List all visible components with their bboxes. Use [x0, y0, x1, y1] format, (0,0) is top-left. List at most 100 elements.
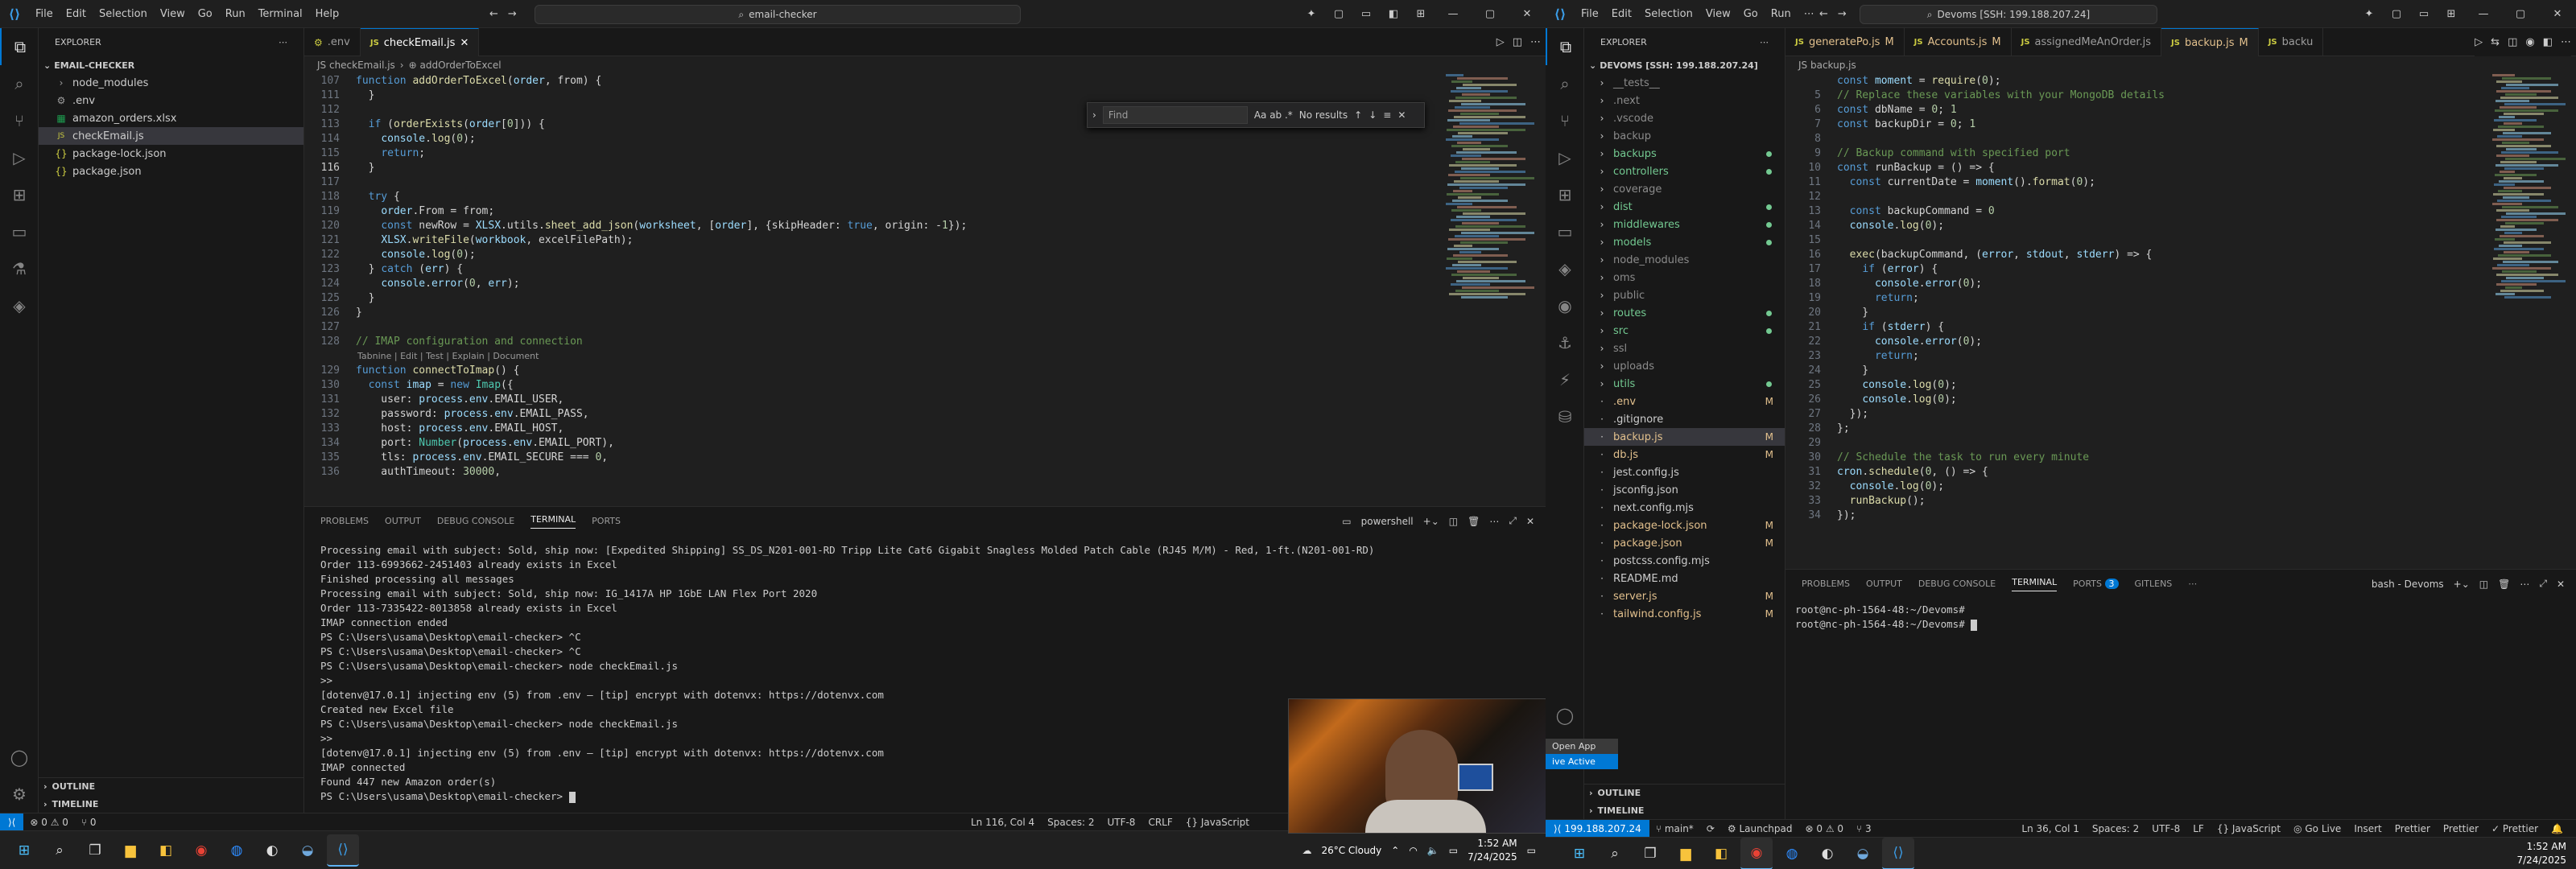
editor-more-icon[interactable]: ⋯: [1530, 36, 1541, 48]
file-tree-item[interactable]: · postcss.config.mjs: [1584, 552, 1785, 570]
search-icon[interactable]: ⌕: [0, 65, 39, 102]
code-line[interactable]: 115 return;: [304, 146, 1546, 161]
status-branch[interactable]: ⑂ main*: [1649, 823, 1700, 834]
previous-match-icon[interactable]: ↑: [1354, 109, 1362, 121]
file-tree-item[interactable]: · next.config.mjs: [1584, 499, 1785, 517]
search-icon[interactable]: ⌕: [43, 834, 76, 867]
run-file-icon[interactable]: ▷: [2475, 36, 2483, 48]
clock[interactable]: 1:52 AM 7/24/2025: [2516, 840, 2566, 867]
code-line[interactable]: 125 }: [304, 291, 1546, 306]
search-icon[interactable]: ⌕: [1599, 838, 1631, 869]
remote-explorer-icon[interactable]: ▭: [1546, 213, 1584, 250]
menu-edit[interactable]: Edit: [60, 0, 93, 28]
layout-icon[interactable]: ⊞: [2438, 8, 2465, 20]
panel-more-icon[interactable]: ⋯: [1489, 516, 1499, 527]
file-tree-item[interactable]: › utils: [1584, 375, 1785, 393]
menu-run[interactable]: Run: [219, 0, 252, 28]
file-tree-item[interactable]: ⚙ .env: [39, 92, 303, 109]
minimap[interactable]: [1446, 74, 1534, 506]
store-icon[interactable]: ◧: [150, 834, 182, 867]
status-problems[interactable]: ⊗ 0 ⚠ 0: [23, 817, 75, 828]
file-tree-item[interactable]: › models: [1584, 233, 1785, 251]
tray-expand-icon[interactable]: ⌃: [1391, 845, 1399, 856]
maximize-panel-icon[interactable]: ⤢: [1509, 515, 1517, 527]
file-explorer-icon[interactable]: ▆: [1670, 838, 1702, 869]
remote-indicator[interactable]: ⟩⟨ 199.188.207.24: [1546, 819, 1649, 837]
status-encoding[interactable]: UTF-8: [1100, 817, 1141, 828]
terminal-shell-name[interactable]: bash - Devoms: [2372, 579, 2444, 590]
code-line[interactable]: 127: [304, 320, 1546, 335]
file-tree-item[interactable]: JS checkEmail.js: [39, 127, 303, 145]
code-line[interactable]: 118 try {: [304, 190, 1546, 204]
status-go-live[interactable]: ◎ Go Live: [2287, 823, 2347, 834]
vscode-taskbar-icon[interactable]: ⟨⟩: [327, 834, 359, 867]
code-line[interactable]: 114 console.log(0);: [304, 132, 1546, 146]
split-editor-icon[interactable]: ◧: [2543, 36, 2553, 48]
code-line[interactable]: 126}: [304, 306, 1546, 320]
run-debug-icon[interactable]: ▷: [1546, 139, 1584, 176]
close-find-icon[interactable]: ✕: [1397, 109, 1406, 121]
code-line[interactable]: 32 console.log(0);: [1785, 480, 2576, 494]
code-editor[interactable]: const moment = require(0); 5 // Replace th…: [1785, 74, 2576, 569]
source-control-icon[interactable]: ⑂: [0, 102, 39, 139]
file-tree-item[interactable]: ▦ amazon_orders.xlsx: [39, 109, 303, 127]
split-terminal-icon[interactable]: ◫: [1449, 516, 1458, 527]
code-line[interactable]: 30 // Schedule the task to run every minu…: [1785, 451, 2576, 465]
extensions-icon[interactable]: ⊞: [1546, 176, 1584, 213]
code-line[interactable]: 8: [1785, 132, 2576, 146]
next-match-icon[interactable]: ↓: [1368, 109, 1377, 121]
tab-env[interactable]: ⚙ .env: [304, 28, 361, 56]
manage-gear-icon[interactable]: ⚙: [0, 776, 39, 813]
volume-icon[interactable]: 🔈: [1427, 845, 1439, 856]
timeline-section[interactable]: › TIMELINE: [1584, 801, 1785, 819]
gitlens-icon[interactable]: ◈: [1546, 250, 1584, 287]
editor-tab[interactable]: JS Accounts.js M: [1905, 28, 2012, 56]
docker-icon[interactable]: ⚓: [1546, 324, 1584, 361]
file-tree-item[interactable]: › __tests__: [1584, 74, 1785, 92]
status-prettier[interactable]: Prettier: [2388, 823, 2437, 834]
file-tree-item[interactable]: › coverage: [1584, 180, 1785, 198]
code-line[interactable]: 107 function addOrderToExcel(order, from)…: [304, 74, 1546, 89]
file-tree-item[interactable]: · README.md: [1584, 570, 1785, 587]
find-options[interactable]: Aa ab .*: [1254, 109, 1293, 121]
code-line[interactable]: 25 console.log(0);: [1785, 378, 2576, 393]
code-line[interactable]: 28};: [1785, 422, 2576, 436]
minimap[interactable]: [2492, 74, 2566, 569]
tab-checkemail[interactable]: JS checkEmail.js ✕: [360, 28, 480, 56]
panel-tab-problems[interactable]: PROBLEMS: [1802, 579, 1850, 589]
file-tree-item[interactable]: › public: [1584, 286, 1785, 304]
code-line[interactable]: 133 host: process.env.EMAIL_HOST,: [304, 422, 1546, 436]
file-tree-item[interactable]: › .vscode: [1584, 109, 1785, 127]
vscode-taskbar-icon[interactable]: ⟨⟩: [1882, 837, 1914, 869]
status-eol[interactable]: CRLF: [1141, 817, 1179, 828]
code-line[interactable]: 18 console.error(0);: [1785, 277, 2576, 291]
vpn-app-icon[interactable]: ◒: [291, 834, 324, 867]
status-language[interactable]: {} JavaScript: [2211, 823, 2287, 834]
new-terminal-icon[interactable]: +⌄: [2454, 579, 2470, 590]
close-icon[interactable]: ✕: [1509, 8, 1546, 20]
panel-more-icon[interactable]: ⋯: [2520, 579, 2529, 590]
toggle-sidebar-icon[interactable]: ▢: [2383, 8, 2410, 20]
panel-tab-output[interactable]: OUTPUT: [385, 516, 421, 526]
forward-arrow-icon[interactable]: →: [1838, 0, 1847, 28]
breadcrumb-symbol[interactable]: ⊕ addOrderToExcel: [409, 60, 502, 71]
code-line[interactable]: 21 if (stderr) {: [1785, 320, 2576, 335]
terminal-output[interactable]: root@nc-ph-1564-48:~/Devoms# root@nc-ph-1…: [1785, 598, 2576, 632]
code-line[interactable]: 9 // Backup command with specified port: [1785, 146, 2576, 161]
code-line[interactable]: 130 const imap = new Imap({: [304, 378, 1546, 393]
menu-go[interactable]: Go: [1737, 0, 1765, 28]
maximize-icon[interactable]: ▢: [1472, 8, 1509, 20]
code-line[interactable]: 124 console.error(0, err);: [304, 277, 1546, 291]
code-line[interactable]: 134 port: Number(process.env.EMAIL_PORT)…: [304, 436, 1546, 451]
task-view-icon[interactable]: ❐: [79, 834, 111, 867]
code-line[interactable]: 129 function connectToImap() {: [304, 364, 1546, 378]
explorer-icon[interactable]: ⧉: [0, 28, 39, 65]
split-terminal-icon[interactable]: ◫: [2479, 579, 2488, 590]
file-tree-item[interactable]: {} package-lock.json: [39, 145, 303, 163]
file-tree-item[interactable]: · .gitignore: [1584, 410, 1785, 428]
file-tree-item[interactable]: › backups: [1584, 145, 1785, 163]
thunder-client-icon[interactable]: ⚡: [1546, 361, 1584, 398]
menu-file[interactable]: File: [29, 0, 60, 28]
outline-section[interactable]: › OUTLINE: [1584, 784, 1785, 801]
code-line[interactable]: 24 }: [1785, 364, 2576, 378]
